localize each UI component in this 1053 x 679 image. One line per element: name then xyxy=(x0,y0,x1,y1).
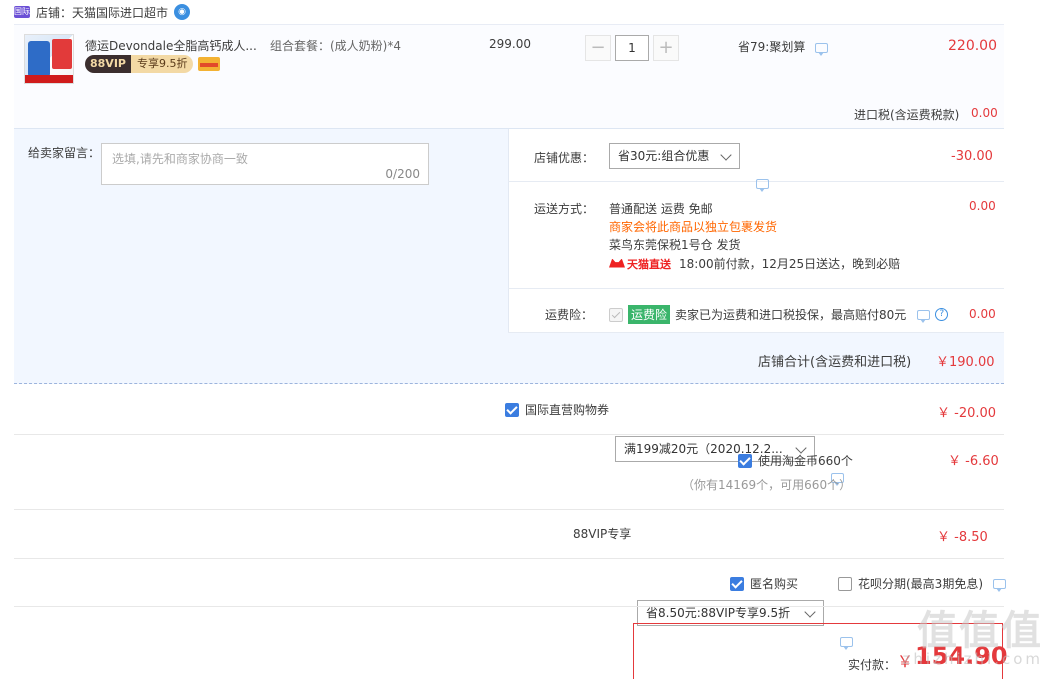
store-name[interactable]: 店铺：天猫国际进口超市 xyxy=(36,4,168,21)
item-subtotal: 220.00 xyxy=(948,38,997,54)
divider xyxy=(14,558,1004,559)
coins-note: （你有14169个，可用660个） xyxy=(682,478,852,492)
vip-row: 88VIP 专享9.5折 xyxy=(85,55,221,73)
vip-label: 88VIP专享 xyxy=(573,527,632,541)
pay-label: 实付款： xyxy=(848,658,897,672)
coupon-value: ￥ -20.00 xyxy=(937,406,997,421)
qty-plus-button[interactable]: + xyxy=(653,35,679,61)
coins-row: 使用淘金币660个 xyxy=(738,452,853,469)
comment-icon[interactable] xyxy=(756,178,769,192)
comment-icon[interactable] xyxy=(917,309,931,323)
watermark-url: zhizhizhi.com xyxy=(902,650,1043,668)
divider xyxy=(14,606,1004,607)
shipping-label: 运送方式： xyxy=(534,202,595,216)
credit-card-icon xyxy=(198,57,221,71)
coupon-checkbox[interactable] xyxy=(505,402,519,417)
watermark-logo: 值值值 xyxy=(917,608,1043,654)
coins-label: 使用淘金币660个 xyxy=(758,454,853,468)
tmall-direct-logo: 天猫直送 xyxy=(609,256,671,272)
insurance-label: 运费险： xyxy=(545,308,594,322)
promo-text: 省79:聚划算 xyxy=(738,38,829,56)
divider xyxy=(14,509,1004,510)
shipping-notice: 商家会将此商品以独立包裹发货 xyxy=(609,220,778,234)
global-badge-icon: 国际 xyxy=(14,6,30,18)
discount-value: -30.00 xyxy=(951,149,993,164)
coupon-row: 国际直营购物券 xyxy=(505,401,609,418)
insurance-value: 0.00 xyxy=(969,307,996,321)
insurance-tag: 运费险 xyxy=(628,305,671,324)
store-header: 国际 店铺：天猫国际进口超市 ◉ xyxy=(14,0,191,24)
char-counter: 0/200 xyxy=(385,167,420,181)
coupon-label: 国际直营购物券 xyxy=(525,403,610,417)
import-tax-value: 0.00 xyxy=(971,106,998,120)
help-icon[interactable]: ? xyxy=(935,308,949,321)
delivery-promise: 天猫直送 18:00前付款，12月25日送达，晚到必赔 xyxy=(609,255,900,272)
discount-label: 店铺优惠： xyxy=(534,151,595,165)
store-total-value: ￥190.00 xyxy=(936,355,995,370)
coins-value: ￥ -6.60 xyxy=(948,454,999,469)
insurance-row: 运费险 卖家已为运费和进口税投保，最高赔付80元 ? xyxy=(609,305,949,324)
anonymous-label: 匿名购买 xyxy=(750,577,799,591)
qty-minus-button[interactable]: − xyxy=(585,35,611,61)
quantity-stepper: − 1 + xyxy=(585,35,679,61)
divider xyxy=(508,332,1004,333)
shipping-value: 0.00 xyxy=(969,199,996,213)
anonymous-row: 匿名购买 xyxy=(730,575,798,592)
divider xyxy=(14,434,1004,435)
comment-icon[interactable] xyxy=(815,42,829,56)
insurance-checkbox xyxy=(609,307,623,322)
vip-badge: 88VIP 专享9.5折 xyxy=(85,55,194,73)
store-total-label: 店铺合计(含运费和进口税) xyxy=(758,355,912,370)
huabei-label: 花呗分期(最高3期免息) xyxy=(858,577,983,591)
tmall-cat-icon xyxy=(609,258,625,268)
discount-select[interactable]: 省30元:组合优惠 xyxy=(609,143,740,169)
import-tax-label: 进口税(含运费税款) xyxy=(854,108,960,122)
shipping-method: 普通配送 运费 免邮 xyxy=(609,202,713,216)
seller-message-input[interactable]: 选填,请先和商家协商一致 0/200 xyxy=(101,143,429,185)
comment-icon[interactable] xyxy=(993,578,1006,592)
huabei-checkbox[interactable] xyxy=(838,576,852,591)
huabei-row: 花呗分期(最高3期免息) xyxy=(838,575,1006,592)
chat-bubble-icon[interactable]: ◉ xyxy=(174,4,191,20)
sku-info: 组合套餐：(成人奶粉)*4 xyxy=(270,39,401,53)
unit-price: 299.00 xyxy=(489,37,531,51)
message-label: 给卖家留言： xyxy=(28,146,101,160)
coins-checkbox[interactable] xyxy=(738,453,752,468)
product-title[interactable]: 德运Devondale全脂高钙成人... xyxy=(85,37,257,54)
qty-input[interactable]: 1 xyxy=(615,35,649,61)
vip-value: ￥ -8.50 xyxy=(937,530,988,545)
warehouse-info: 菜鸟东莞保税1号仓 发货 xyxy=(609,238,741,252)
product-image[interactable] xyxy=(24,34,74,84)
divider xyxy=(508,288,1004,289)
anonymous-checkbox[interactable] xyxy=(730,576,744,591)
